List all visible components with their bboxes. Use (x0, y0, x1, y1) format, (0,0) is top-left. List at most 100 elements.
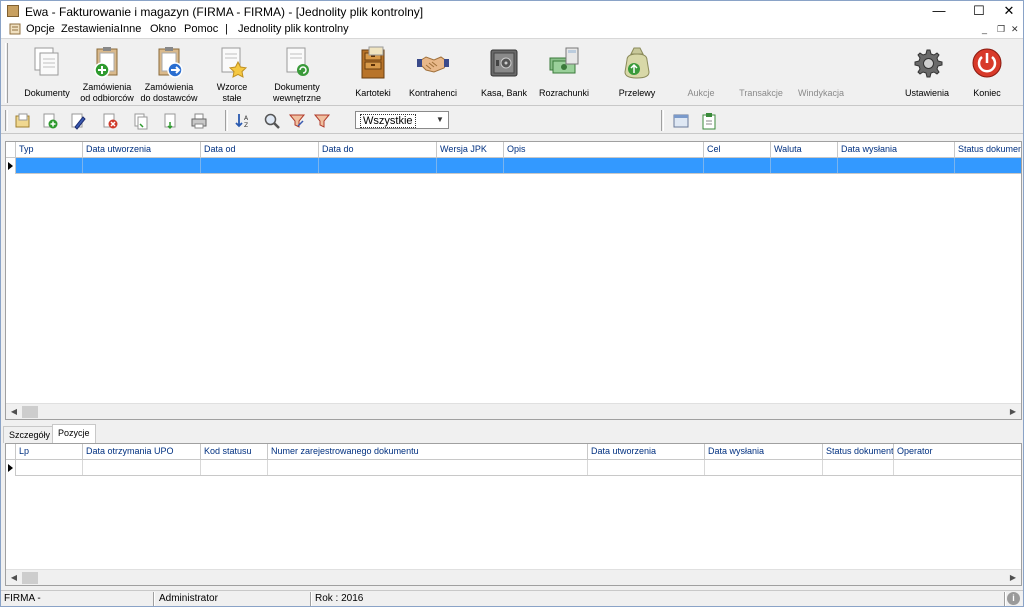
ribbon-grip[interactable] (5, 43, 8, 103)
menu-opcje[interactable]: Opcje (26, 23, 55, 35)
wzorce-label2: stałe (222, 93, 242, 103)
column-numer-zarejestrowanego-dokumentu[interactable]: Numer zarejestrowanego dokumentu (268, 444, 588, 460)
jpk-documents-grid[interactable]: Typ Data utworzenia Data od Data do Wers… (5, 141, 1022, 420)
toolbar-separator-2 (661, 110, 664, 131)
app-icon (7, 5, 19, 17)
safe-icon (490, 49, 518, 77)
header-indicator (6, 444, 16, 460)
column-operator[interactable]: Operator (894, 444, 1021, 460)
sort-icon[interactable]: AZ (234, 112, 252, 130)
upper-horizontal-scrollbar[interactable]: ◀ ▶ (6, 403, 1021, 419)
column-data-utworzenia[interactable]: Data utworzenia (588, 444, 705, 460)
status-bar: FIRMA - Administrator Rok : 2016 i (1, 590, 1023, 606)
svg-text:A: A (244, 115, 249, 122)
scroll-left-icon[interactable]: ◀ (6, 570, 22, 585)
grid-toolbar: AZ Wszystkie ▼ (1, 107, 1023, 134)
column-data-wyslania[interactable]: Data wysłania (705, 444, 823, 460)
edit-icon[interactable] (69, 112, 87, 130)
kontrahenci-button[interactable]: Kontrahenci (403, 42, 463, 104)
wzorce-stale-button[interactable]: Wzorce stałe (202, 42, 262, 104)
filter-select[interactable]: Wszystkie ▼ (355, 111, 449, 129)
column-typ[interactable]: Typ (16, 142, 83, 158)
rozrachunki-button[interactable]: Rozrachunki (534, 42, 594, 104)
column-data-wyslania[interactable]: Data wysłania (838, 142, 955, 158)
add-icon[interactable] (41, 112, 59, 130)
filter-edit-icon[interactable] (288, 112, 306, 130)
table-row[interactable] (16, 158, 1021, 174)
search-icon[interactable] (263, 112, 281, 130)
menu-bar: Opcje Zestawienia Inne Okno Pomoc | Jedn… (1, 21, 1023, 38)
documents-icon (34, 47, 59, 76)
menu-inne[interactable]: Inne (120, 23, 141, 35)
row-indicator[interactable] (6, 158, 16, 174)
wzorce-label1: Wzorce (216, 82, 248, 92)
status-separator (310, 592, 312, 606)
mdi-restore-button[interactable]: ❐ (997, 24, 1005, 35)
scroll-thumb[interactable] (22, 572, 38, 584)
chevron-down-icon[interactable]: ▼ (433, 113, 447, 127)
column-data-otrzymania-upo[interactable]: Data otrzymania UPO (83, 444, 201, 460)
application-window: Ewa - Fakturowanie i magazyn (FIRMA - FI… (0, 0, 1024, 607)
scroll-left-icon[interactable]: ◀ (6, 404, 22, 419)
zamowienia-dostawcow-label1: Zamówienia (144, 82, 194, 92)
column-data-utworzenia[interactable]: Data utworzenia (83, 142, 201, 158)
close-button[interactable]: ✕ (993, 1, 1023, 21)
clipboard-icon[interactable] (700, 112, 718, 130)
maximize-button[interactable]: ☐ (963, 1, 995, 21)
lower-horizontal-scrollbar[interactable]: ◀ ▶ (6, 569, 1021, 585)
koniec-button[interactable]: Koniec (957, 42, 1017, 104)
minimize-button[interactable]: — (923, 1, 955, 21)
gear-icon (914, 49, 943, 78)
money-calculator-icon (549, 47, 579, 74)
zamowienia-do-dostawcow-button[interactable]: Zamówienia do dostawców (139, 42, 199, 104)
tab-szczegoly[interactable]: Szczegóły (3, 426, 57, 443)
column-lp[interactable]: Lp (16, 444, 83, 460)
column-cel[interactable]: Cel (704, 142, 771, 158)
dokumenty-wewnetrzne-label1: Dokumenty (274, 82, 320, 92)
menu-zestawienia[interactable]: Zestawienia (61, 23, 120, 35)
move-icon[interactable] (161, 112, 179, 130)
open-icon[interactable] (14, 112, 32, 130)
table-row[interactable] (16, 460, 1021, 476)
scroll-thumb[interactable] (22, 406, 38, 418)
dokumenty-wewnetrzne-button[interactable]: Dokumenty wewnętrzne (267, 42, 327, 104)
menu-jednolity-plik-kontrolny[interactable]: Jednolity plik kontrolny (238, 23, 349, 35)
kasa-bank-button[interactable]: Kasa, Bank (474, 42, 534, 104)
column-waluta[interactable]: Waluta (771, 142, 838, 158)
transakcje-button: Transakcje (731, 42, 791, 104)
grid-header: Lp Data otrzymania UPO Kod statusu Numer… (6, 444, 1021, 460)
copy-icon[interactable] (132, 112, 150, 130)
ustawienia-button[interactable]: Ustawienia (897, 42, 957, 104)
windykacja-button: Windykacja (791, 42, 851, 104)
column-kod-statusu[interactable]: Kod statusu (201, 444, 268, 460)
filter-icon[interactable] (313, 112, 331, 130)
main-ribbon: Dokumenty Zamówienia od odbiorców Zamówi… (1, 38, 1023, 106)
zamowienia-od-odbiorcow-button[interactable]: Zamówienia od odbiorców (77, 42, 137, 104)
scroll-right-icon[interactable]: ▶ (1005, 404, 1021, 419)
info-icon[interactable]: i (1007, 592, 1020, 605)
column-status-dokumentu[interactable]: Status dokument (955, 142, 1021, 158)
column-data-od[interactable]: Data od (201, 142, 319, 158)
przelewy-button[interactable]: Przelewy (607, 42, 667, 104)
positions-grid[interactable]: Lp Data otrzymania UPO Kod statusu Numer… (5, 443, 1022, 586)
column-opis[interactable]: Opis (504, 142, 704, 158)
menu-pomoc[interactable]: Pomoc (184, 23, 218, 35)
mdi-minimize-button[interactable]: _ (982, 24, 987, 34)
print-icon[interactable] (190, 112, 208, 130)
supplier-orders-icon (158, 47, 183, 78)
window-view-icon[interactable] (672, 112, 690, 130)
menu-okno[interactable]: Okno (150, 23, 176, 35)
column-status-dokumentu[interactable]: Status dokumentu (823, 444, 894, 460)
status-year: Rok : 2016 (315, 593, 364, 604)
kartoteki-button[interactable]: Kartoteki (343, 42, 403, 104)
row-indicator[interactable] (6, 460, 16, 476)
aukcje-button: Aukcje (671, 42, 731, 104)
zamowienia-dostawcow-label2: do dostawców (140, 93, 198, 103)
column-wersja-jpk[interactable]: Wersja JPK (437, 142, 504, 158)
tab-pozycje[interactable]: Pozycje (52, 424, 96, 443)
delete-icon[interactable] (101, 112, 119, 130)
mdi-close-button[interactable]: ✕ (1011, 24, 1019, 35)
column-data-do[interactable]: Data do (319, 142, 437, 158)
scroll-right-icon[interactable]: ▶ (1005, 570, 1021, 585)
dokumenty-button[interactable]: Dokumenty (17, 42, 77, 104)
